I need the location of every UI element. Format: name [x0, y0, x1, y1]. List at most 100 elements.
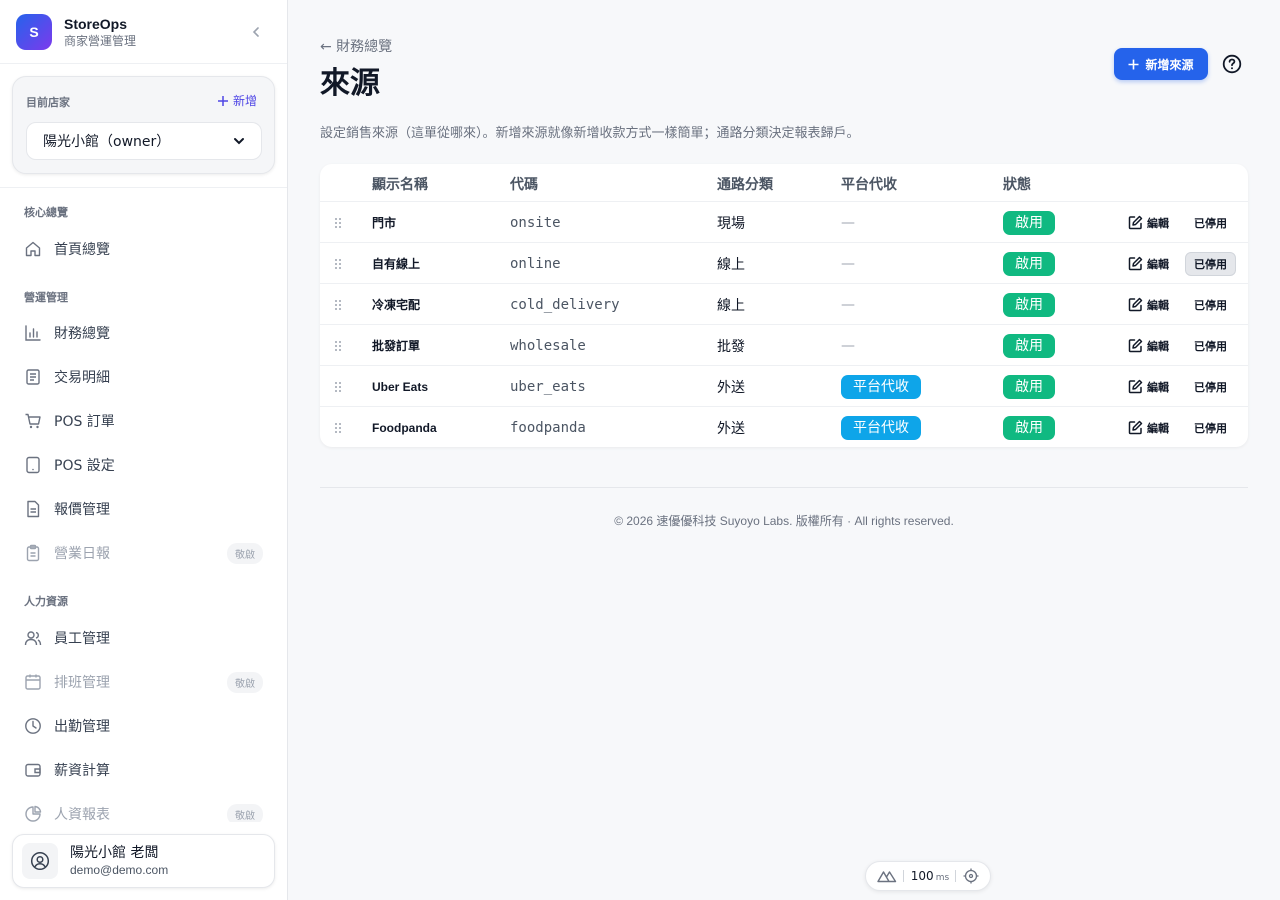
edit-button[interactable]: 編輯 [1128, 325, 1169, 366]
drag-handle[interactable] [334, 325, 342, 366]
drag-handle-icon[interactable] [334, 258, 342, 270]
edit-icon [1128, 297, 1143, 312]
platform-badge: 平台代收 [841, 374, 921, 399]
sidebar-item-hr-reports[interactable]: 人資報表 敬啟 [12, 796, 275, 822]
status-cell: 啟用 [1003, 243, 1055, 284]
edit-button[interactable]: 編輯 [1128, 366, 1169, 407]
platform-badge: 平台代收 [841, 415, 921, 440]
status-cell: 啟用 [1003, 366, 1055, 407]
source-channel: 線上 [717, 256, 745, 273]
status-badge: 啟用 [1003, 374, 1055, 399]
crosshair-icon[interactable] [963, 868, 979, 884]
edit-label: 編輯 [1147, 216, 1169, 230]
store-selector-card: 目前店家 新增 陽光小館（owner） [12, 76, 275, 174]
add-source-label: 新增來源 [1145, 57, 1194, 72]
sidebar-item-scheduling[interactable]: 排班管理 敬啟 [12, 664, 275, 700]
edit-button[interactable]: 編輯 [1128, 284, 1169, 325]
sidebar-item-payroll[interactable]: 薪資計算 [12, 752, 275, 788]
status-badge: 啟用 [1003, 210, 1055, 235]
brand-logo: S [16, 13, 52, 50]
drag-handle-icon[interactable] [334, 381, 342, 393]
drag-handle-icon[interactable] [334, 217, 342, 229]
user-name: 陽光小館 老闆 [70, 845, 159, 861]
platform-empty: — [841, 255, 855, 272]
receipt-icon [26, 369, 40, 385]
table-row: 門市 onsite 現場 — 啟用 編輯 已停用 [320, 202, 1248, 243]
sidebar-item-label: 員工管理 [54, 631, 110, 647]
edit-icon [1128, 379, 1143, 394]
main-content: ← 財務總覽 來源 新增來源 設定銷售來源（這單從哪來）。新增來源就像新增收款方… [288, 0, 1280, 900]
edit-button[interactable]: 編輯 [1128, 407, 1169, 447]
home-icon [25, 241, 41, 257]
drag-handle-icon[interactable] [334, 340, 342, 352]
table-row: 批發訂單 wholesale 批發 — 啟用 編輯 已停用 [320, 325, 1248, 366]
sidebar-item-pos-orders[interactable]: POS 訂單 [12, 403, 275, 439]
disable-button-cell: 已停用 [1185, 325, 1236, 366]
add-store-label: 新增 [232, 94, 257, 108]
disable-button[interactable]: 已停用 [1185, 293, 1236, 317]
add-source-button[interactable]: 新增來源 [1114, 48, 1208, 80]
edit-label: 編輯 [1147, 380, 1169, 394]
drag-handle-icon[interactable] [334, 422, 342, 434]
help-button[interactable] [1220, 52, 1244, 76]
dev-toolbar[interactable]: 100 ms [865, 861, 991, 891]
chevron-down-icon [234, 138, 244, 145]
sidebar-item-home[interactable]: 首頁總覽 [12, 231, 275, 267]
disable-button[interactable]: 已停用 [1185, 334, 1236, 358]
sidebar-item-transactions[interactable]: 交易明細 [12, 359, 275, 395]
user-circle-icon [30, 851, 50, 871]
source-code: onsite [510, 214, 561, 231]
sidebar-item-quotes[interactable]: 報價管理 [12, 491, 275, 527]
sidebar-item-finance[interactable]: 財務總覽 [12, 315, 275, 351]
chevron-left-icon [252, 27, 259, 37]
edit-label: 編輯 [1147, 339, 1169, 353]
sources-table: 顯示名稱 代碼 通路分類 平台代收 狀態 門市 onsite 現場 — 啟用 編輯 已停用自… [320, 164, 1248, 447]
user-profile-card[interactable]: 陽光小館 老闆 demo@demo.com [12, 834, 275, 888]
breadcrumb-back-link[interactable]: ← 財務總覽 [320, 36, 392, 56]
source-code: uber_eats [510, 378, 586, 395]
source-code: cold_delivery [510, 296, 620, 313]
edit-icon [1128, 215, 1143, 230]
store-select[interactable]: 陽光小館（owner） [26, 122, 262, 160]
table-row: 冷凍宅配 cold_delivery 線上 — 啟用 編輯 已停用 [320, 284, 1248, 325]
drag-handle[interactable] [334, 202, 342, 243]
collapse-sidebar-button[interactable] [244, 20, 268, 44]
status-cell: 啟用 [1003, 407, 1055, 447]
disable-button[interactable]: 已停用 [1185, 416, 1236, 440]
source-platform-cell: 平台代收 [841, 366, 921, 407]
source-code: wholesale [510, 337, 586, 354]
disable-button-cell: 已停用 [1185, 407, 1236, 447]
toolbar-separator [955, 870, 957, 882]
sidebar-item-attendance[interactable]: 出勤管理 [12, 708, 275, 744]
edit-button[interactable]: 編輯 [1128, 202, 1169, 243]
disable-button[interactable]: 已停用 [1185, 211, 1236, 235]
sidebar-item-staff[interactable]: 員工管理 [12, 620, 275, 656]
source-platform-cell: — [841, 325, 855, 366]
drag-handle-icon[interactable] [334, 299, 342, 311]
drag-handle[interactable] [334, 366, 342, 407]
status-cell: 啟用 [1003, 284, 1055, 325]
source-name: 門市 [372, 216, 397, 230]
source-channel: 批發 [717, 338, 745, 355]
add-store-button[interactable]: 新增 [217, 92, 257, 109]
nav-section-title: 核心總覽 [24, 206, 68, 219]
nuxt-logo-icon[interactable] [877, 869, 897, 883]
drag-handle[interactable] [334, 243, 342, 284]
disable-button[interactable]: 已停用 [1185, 251, 1236, 276]
user-email: demo@demo.com [70, 863, 169, 877]
sidebar-nav: 核心總覽 首頁總覽 營運管理 財務總覽 交易明細 POS 訂單 POS 設定 報… [0, 187, 287, 822]
render-time: 100 ms [911, 869, 949, 883]
sidebar-item-daily-report[interactable]: 營業日報 敬啟 [12, 535, 275, 571]
drag-handle[interactable] [334, 284, 342, 325]
source-channel: 現場 [717, 215, 745, 232]
sidebar-item-label: 報價管理 [54, 502, 110, 518]
page-title: 來源 [320, 66, 380, 101]
drag-handle[interactable] [334, 407, 342, 447]
disable-button-cell: 已停用 [1185, 366, 1236, 407]
platform-empty: — [841, 337, 855, 354]
platform-empty: — [841, 296, 855, 313]
brand-subtitle: 商家營運管理 [64, 33, 137, 48]
sidebar-item-pos-settings[interactable]: POS 設定 [12, 447, 275, 483]
edit-button[interactable]: 編輯 [1128, 243, 1169, 284]
disable-button[interactable]: 已停用 [1185, 375, 1236, 399]
